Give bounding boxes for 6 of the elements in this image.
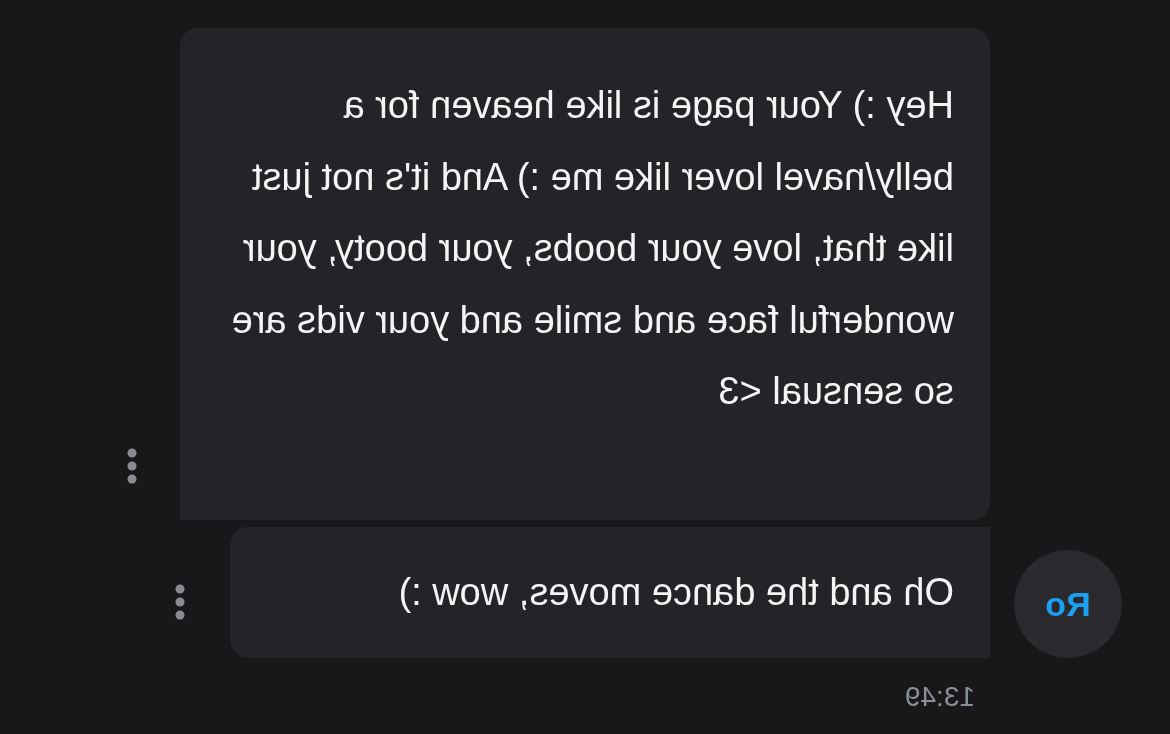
- message-text: Oh and the dance moves, wow :): [398, 570, 954, 615]
- avatar[interactable]: Ro: [1014, 550, 1122, 658]
- more-icon[interactable]: [126, 448, 138, 484]
- more-icon[interactable]: [174, 584, 186, 620]
- message-text: Hey :) Your page is like heaven for a belly/navel lover like me :) And it's not just like that, love your boobs, your booty, your wonderful face and smile and your vids are so sensual <3: [230, 83, 954, 414]
- message-time: 13:49: [904, 681, 975, 712]
